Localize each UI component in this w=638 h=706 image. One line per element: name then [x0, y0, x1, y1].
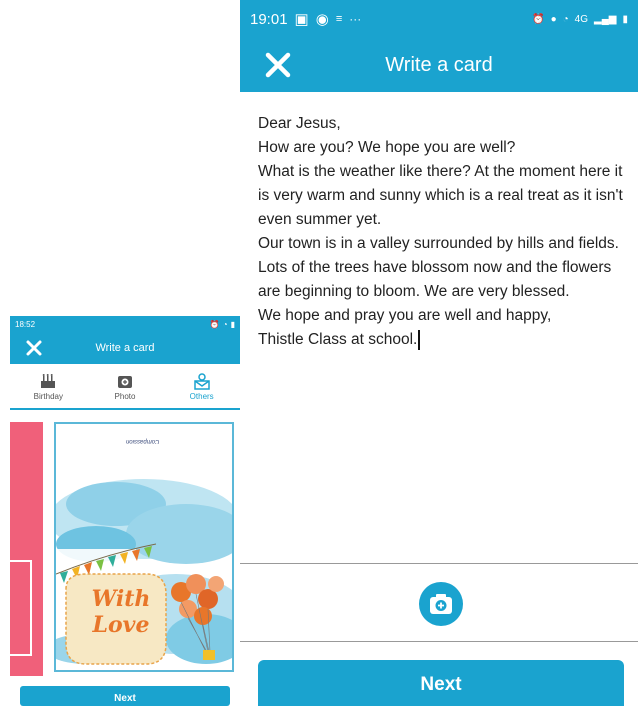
- message-line: Dear Jesus,: [258, 115, 341, 132]
- cake-icon: [41, 373, 56, 388]
- location-icon: ●: [550, 13, 557, 25]
- tab-others[interactable]: Others: [163, 364, 240, 408]
- page-title: Write a card: [385, 53, 493, 76]
- card-carousel[interactable]: Compassion With Love: [10, 422, 240, 676]
- battery-icon: ▮: [230, 319, 235, 329]
- card-category-tabs: Birthday Photo Others: [10, 364, 240, 410]
- divider: [240, 641, 638, 642]
- tab-label: Birthday: [33, 391, 64, 401]
- app-bar: Write a card: [10, 332, 240, 364]
- add-photo-button[interactable]: [419, 582, 463, 626]
- card-greeting-line: With: [91, 586, 151, 612]
- card-greeting-line: Love: [92, 612, 150, 638]
- wifi-icon: ◔: [222, 319, 228, 329]
- tab-photo[interactable]: Photo: [87, 364, 164, 408]
- left-screenshot: 18:52 ⏰ ◔ ▮ Write a card Birthday Photo …: [10, 316, 240, 706]
- page-title: Write a card: [95, 342, 155, 354]
- message-line-text: Thistle Class at school.: [258, 331, 418, 348]
- next-button[interactable]: Next: [20, 686, 230, 706]
- message-line: How are you? We hope you are well?: [258, 139, 516, 156]
- status-time: 19:01: [250, 10, 288, 28]
- network-label: 4G: [574, 13, 589, 25]
- message-line: We hope and pray you are well and happy,: [258, 307, 552, 324]
- gallery-icon: ▣: [294, 11, 309, 28]
- close-icon[interactable]: [25, 339, 43, 357]
- card-logo: Compassion: [126, 438, 160, 444]
- app-bar: Write a card: [240, 38, 638, 92]
- message-line: Thistle Class at school.: [258, 328, 628, 352]
- envelope-person-icon: [193, 372, 210, 390]
- messenger-icon: ◉: [315, 11, 329, 28]
- card-greeting: With Love: [86, 586, 156, 638]
- status-bar: 19:01 ▣ ◉ ≡ ··· ⏰ ● ◔ 4G ▂▄▆ ▮: [240, 0, 638, 38]
- mail-icon: ≡: [335, 13, 343, 25]
- tab-label: Others: [189, 391, 214, 401]
- right-screenshot: 19:01 ▣ ◉ ≡ ··· ⏰ ● ◔ 4G ▂▄▆ ▮ Write a c…: [240, 0, 638, 706]
- camera-icon: [118, 375, 132, 388]
- previous-card[interactable]: [10, 422, 43, 676]
- card-frame: [10, 560, 32, 656]
- message-textarea[interactable]: Dear Jesus, How are you? We hope you are…: [258, 112, 628, 352]
- more-icon: ···: [349, 12, 362, 26]
- next-button[interactable]: Next: [258, 660, 624, 706]
- close-icon[interactable]: [264, 51, 292, 79]
- battery-icon: ▮: [622, 13, 628, 25]
- status-icons: ⏰ ◔ ▮: [210, 320, 235, 329]
- signal-icon: ▂▄▆: [594, 13, 617, 25]
- alarm-icon: ⏰: [532, 13, 545, 25]
- message-line: Our town is in a valley surrounded by hi…: [258, 235, 619, 300]
- status-time: 18:52: [15, 319, 36, 329]
- tab-birthday[interactable]: Birthday: [10, 364, 87, 408]
- message-line: What is the weather like there? At the m…: [258, 163, 623, 228]
- tab-label: Photo: [114, 391, 136, 401]
- text-cursor: [418, 329, 421, 350]
- alarm-icon: ⏰: [209, 319, 220, 329]
- selected-card[interactable]: Compassion With Love: [54, 422, 234, 672]
- wifi-icon: ◔: [562, 13, 569, 25]
- status-bar: 18:52 ⏰ ◔ ▮: [10, 316, 240, 332]
- camera-plus-icon: [430, 594, 452, 614]
- divider: [240, 563, 638, 564]
